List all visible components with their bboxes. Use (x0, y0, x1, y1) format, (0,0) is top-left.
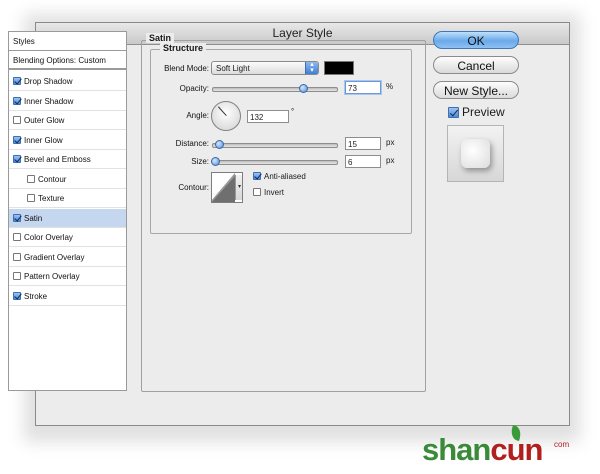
style-item-checkbox[interactable] (27, 194, 35, 202)
contour-label: Contour: (178, 183, 209, 192)
distance-slider-track[interactable] (212, 143, 338, 148)
watermark-brand-left: shan (422, 432, 491, 467)
distance-unit: px (386, 138, 395, 147)
ok-button[interactable]: OK (433, 31, 519, 49)
preview-checkbox[interactable] (448, 107, 459, 118)
style-item-label: Contour (38, 174, 67, 184)
preview-swatch (461, 139, 490, 168)
style-item-checkbox[interactable] (13, 233, 21, 241)
style-item-checkbox[interactable] (13, 213, 21, 222)
invert-checkbox[interactable] (253, 188, 261, 196)
opacity-slider-track[interactable] (212, 87, 338, 92)
satin-title: Satin (146, 33, 175, 43)
style-item-checkbox[interactable] (13, 155, 21, 163)
size-unit: px (386, 156, 395, 165)
style-item-bevel-and-emboss[interactable]: Bevel and Emboss (9, 150, 126, 169)
style-item-stroke[interactable]: Stroke (9, 287, 126, 306)
style-item-checkbox[interactable] (13, 291, 21, 300)
contour-curve-icon (212, 173, 235, 202)
style-item-label: Outer Glow (24, 116, 65, 125)
style-item-pattern-overlay[interactable]: Pattern Overlay (9, 267, 126, 286)
blend-mode-label: Blend Mode: (164, 64, 209, 73)
blend-mode-select[interactable]: Soft Light ▴ ▾ (211, 61, 319, 75)
style-item-checkbox[interactable] (13, 116, 21, 124)
angle-dial[interactable] (211, 101, 241, 131)
watermark-sub: com (554, 440, 570, 449)
style-item-color-overlay[interactable]: Color Overlay (9, 228, 126, 247)
angle-unit: ° (291, 107, 295, 116)
style-item-texture[interactable]: Texture (9, 189, 126, 208)
style-item-checkbox[interactable] (13, 96, 21, 105)
style-item-label: Bevel and Emboss (24, 155, 91, 164)
style-item-label: Stroke (24, 291, 48, 301)
cancel-button[interactable]: Cancel (433, 56, 519, 74)
updown-arrow-icon: ▴ ▾ (305, 61, 318, 74)
opacity-slider-knob[interactable] (298, 84, 308, 93)
style-item-label: Color Overlay (24, 233, 73, 242)
style-item-contour[interactable]: Contour (9, 170, 126, 189)
style-item-label: Inner Glow (24, 135, 63, 145)
invert-label: Invert (264, 188, 285, 197)
blend-mode-value: Soft Light (216, 64, 250, 73)
structure-title: Structure (160, 43, 207, 53)
satin-color-swatch[interactable] (324, 61, 354, 75)
style-item-drop-shadow[interactable]: Drop Shadow (9, 72, 126, 91)
chevron-down-icon[interactable]: ▾ (235, 175, 242, 200)
size-slider-track[interactable] (212, 160, 338, 165)
style-item-label: Texture (38, 194, 65, 203)
angle-needle (217, 106, 227, 116)
style-item-checkbox[interactable] (13, 272, 21, 280)
invert-option[interactable]: Invert (253, 188, 284, 197)
angle-input[interactable]: 132 (247, 110, 289, 123)
style-item-gradient-overlay[interactable]: Gradient Overlay (9, 248, 126, 267)
anti-aliased-option[interactable]: Anti-aliased (253, 172, 306, 181)
style-item-inner-shadow[interactable]: Inner Shadow (9, 92, 126, 111)
style-item-label: Gradient Overlay (24, 252, 85, 262)
style-item-checkbox[interactable] (13, 135, 21, 144)
style-item-label: Satin (24, 213, 43, 223)
preview-label: Preview (462, 105, 505, 119)
anti-aliased-label: Anti-aliased (264, 172, 306, 181)
style-item-checkbox[interactable] (27, 174, 35, 183)
distance-input[interactable]: 15 (345, 137, 381, 150)
anti-aliased-checkbox[interactable] (253, 172, 261, 180)
style-item-satin[interactable]: Satin (9, 208, 126, 228)
distance-label: Distance: (175, 139, 209, 148)
contour-picker[interactable]: ▾ (211, 172, 243, 203)
new-style-button[interactable]: New Style... (433, 81, 519, 99)
style-item-outer-glow[interactable]: Outer Glow (9, 111, 126, 130)
watermark-logo: shancun (422, 432, 543, 468)
opacity-input[interactable]: 73 (345, 81, 381, 94)
style-item-checkbox[interactable] (13, 252, 21, 261)
opacity-label: Opacity: (179, 84, 209, 93)
blending-options-item[interactable]: Blending Options: Custom (9, 51, 126, 70)
size-input[interactable]: 6 (345, 155, 381, 168)
style-preview-thumbnail (447, 125, 504, 182)
size-label: Size: (191, 157, 209, 166)
style-item-label: Drop Shadow (24, 77, 73, 86)
styles-header[interactable]: Styles (9, 32, 126, 51)
style-item-label: Inner Shadow (24, 96, 74, 106)
style-item-checkbox[interactable] (13, 77, 21, 85)
styles-list: Styles Blending Options: Custom Drop Sha… (8, 31, 127, 391)
style-item-label: Pattern Overlay (24, 272, 80, 281)
style-item-inner-glow[interactable]: Inner Glow (9, 131, 126, 150)
angle-label: Angle: (186, 111, 209, 120)
preview-option[interactable]: Preview (448, 105, 505, 119)
opacity-unit: % (386, 82, 394, 91)
